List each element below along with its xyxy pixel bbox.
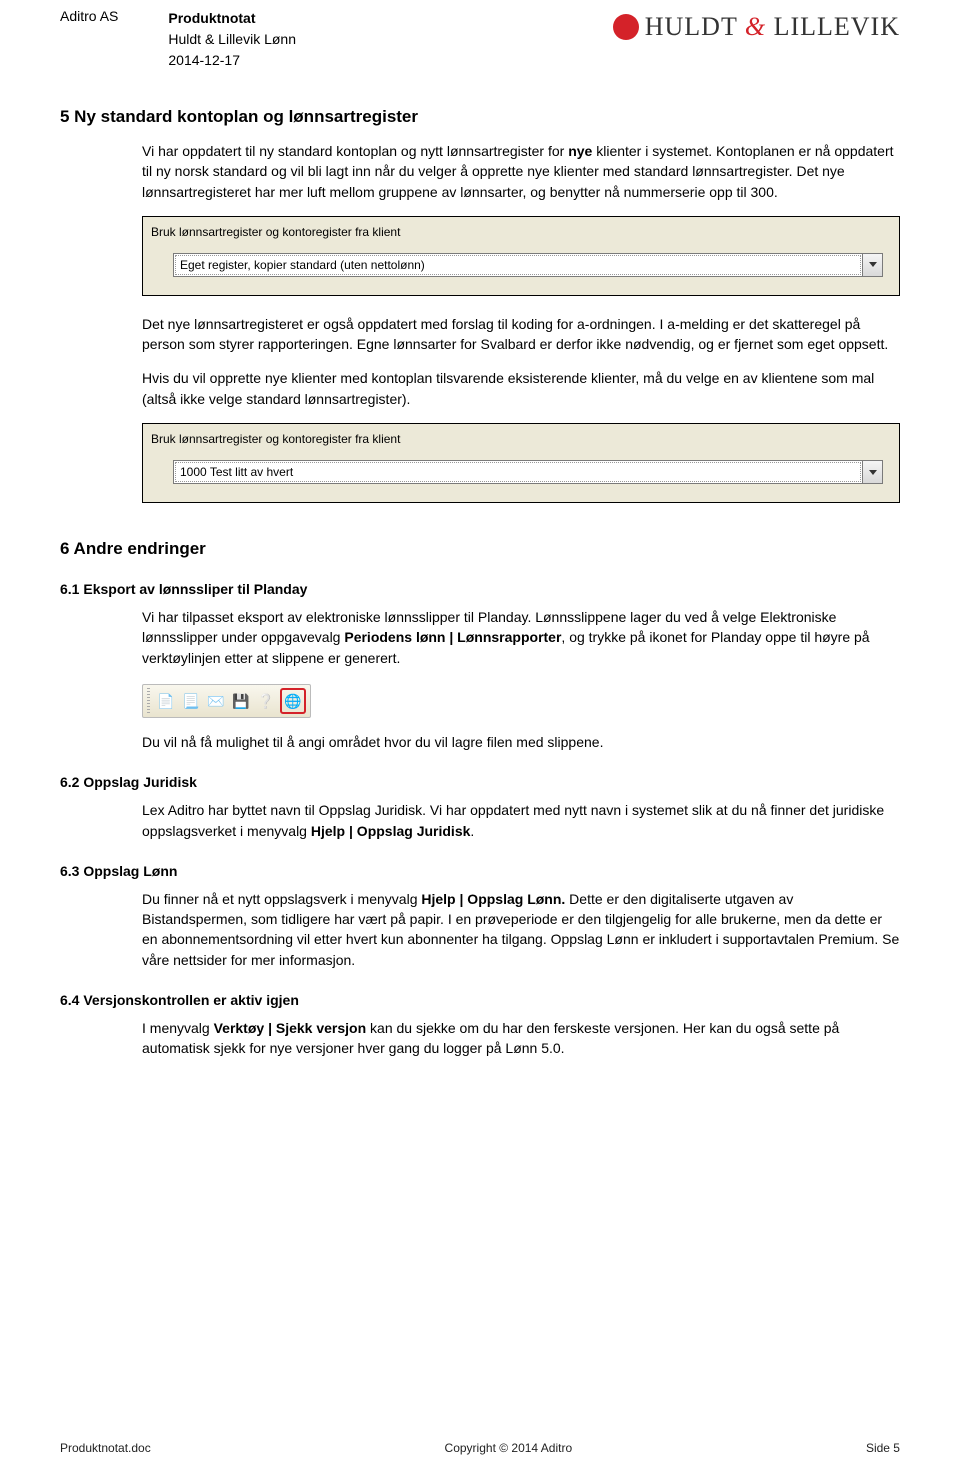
page-icon[interactable]: 📃 <box>180 690 202 712</box>
planday-globe-icon[interactable]: 🌐 <box>280 688 306 714</box>
save-icon[interactable]: 💾 <box>230 690 252 712</box>
text-bold: Hjelp | Oppslag Juridisk <box>311 823 471 839</box>
subsection-64-heading: 6.4 Versjonskontrollen er aktiv igjen <box>60 992 900 1008</box>
klient-dropdown[interactable]: 1000 Test litt av hvert <box>173 460 883 484</box>
dropdown-toggle[interactable] <box>862 461 882 483</box>
subsection-64-paragraph: I menyvalg Verktøy | Sjekk versjon kan d… <box>142 1018 900 1059</box>
screenshot-dropdown-1: Bruk lønnsartregister og kontoregister f… <box>142 216 900 296</box>
subsection-62-heading: 6.2 Oppslag Juridisk <box>60 774 900 790</box>
text-bold: Periodens lønn | Lønnsrapporter <box>344 629 561 645</box>
section-5-heading: 5 Ny standard kontoplan og lønnsartregis… <box>60 107 900 127</box>
text-bold: nye <box>568 143 592 159</box>
text-run: Du finner nå et nytt oppslagsverk i meny… <box>142 891 421 907</box>
logo-text-right: LILLEVIK <box>774 12 900 41</box>
footer-copyright: Copyright © 2014 Aditro <box>445 1441 573 1455</box>
dropdown-toggle[interactable] <box>862 254 882 276</box>
klient-dropdown[interactable]: Eget register, kopier standard (uten net… <box>173 253 883 277</box>
dropdown-value[interactable]: Eget register, kopier standard (uten net… <box>175 255 861 275</box>
page-footer: Produktnotat.doc Copyright © 2014 Aditro… <box>60 1441 900 1455</box>
text-run: Lex Aditro har byttet navn til Oppslag J… <box>142 802 884 838</box>
subsection-62-paragraph: Lex Aditro har byttet navn til Oppslag J… <box>142 800 900 841</box>
document-icon[interactable]: 📄 <box>155 690 177 712</box>
logo-ampersand: & <box>745 12 766 41</box>
document-header: Aditro AS Produktnotat Huldt & Lillevik … <box>60 8 900 71</box>
document-meta: Produktnotat Huldt & Lillevik Lønn 2014-… <box>168 8 296 71</box>
subsection-61-paragraph-1: Vi har tilpasset eksport av elektroniske… <box>142 607 900 668</box>
product-name: Huldt & Lillevik Lønn <box>168 29 296 50</box>
logo-text-left: HULDT <box>645 12 738 41</box>
section-5-paragraph-1: Vi har oppdatert til ny standard kontopl… <box>142 141 900 202</box>
subsection-63-heading: 6.3 Oppslag Lønn <box>60 863 900 879</box>
planday-toolbar: 📄 📃 ✉️ 💾 ❔ 🌐 <box>142 684 311 718</box>
mail-icon[interactable]: ✉️ <box>205 690 227 712</box>
help-icon[interactable]: ❔ <box>255 690 277 712</box>
dropdown-label: Bruk lønnsartregister og kontoregister f… <box>151 225 893 239</box>
text-run: Vi har oppdatert til ny standard kontopl… <box>142 143 568 159</box>
logo-mark-icon <box>613 14 639 40</box>
text-bold: Hjelp | Oppslag Lønn. <box>421 891 565 907</box>
chevron-down-icon <box>869 262 877 267</box>
text-run: I menyvalg <box>142 1020 214 1036</box>
brand-logo: HULDT & LILLEVIK <box>613 12 900 42</box>
section-6-heading: 6 Andre endringer <box>60 539 900 559</box>
text-bold: Verktøy | Sjekk versjon <box>214 1020 367 1036</box>
footer-filename: Produktnotat.doc <box>60 1441 151 1455</box>
section-5-paragraph-2: Det nye lønnsartregisteret er også oppda… <box>142 314 900 355</box>
subsection-61-heading: 6.1 Eksport av lønnssliper til Planday <box>60 581 900 597</box>
text-run: . <box>470 823 474 839</box>
subsection-61-paragraph-2: Du vil nå få mulighet til å angi området… <box>142 732 900 752</box>
toolbar-grip-icon <box>147 688 150 714</box>
dropdown-label: Bruk lønnsartregister og kontoregister f… <box>151 432 893 446</box>
section-5-paragraph-3: Hvis du vil opprette nye klienter med ko… <box>142 368 900 409</box>
dropdown-value[interactable]: 1000 Test litt av hvert <box>175 462 861 482</box>
footer-page-number: Side 5 <box>866 1441 900 1455</box>
screenshot-dropdown-2: Bruk lønnsartregister og kontoregister f… <box>142 423 900 503</box>
doc-title: Produktnotat <box>168 8 296 29</box>
company-name: Aditro AS <box>60 8 118 71</box>
subsection-63-paragraph: Du finner nå et nytt oppslagsverk i meny… <box>142 889 900 970</box>
chevron-down-icon <box>869 470 877 475</box>
doc-date: 2014-12-17 <box>168 50 296 71</box>
